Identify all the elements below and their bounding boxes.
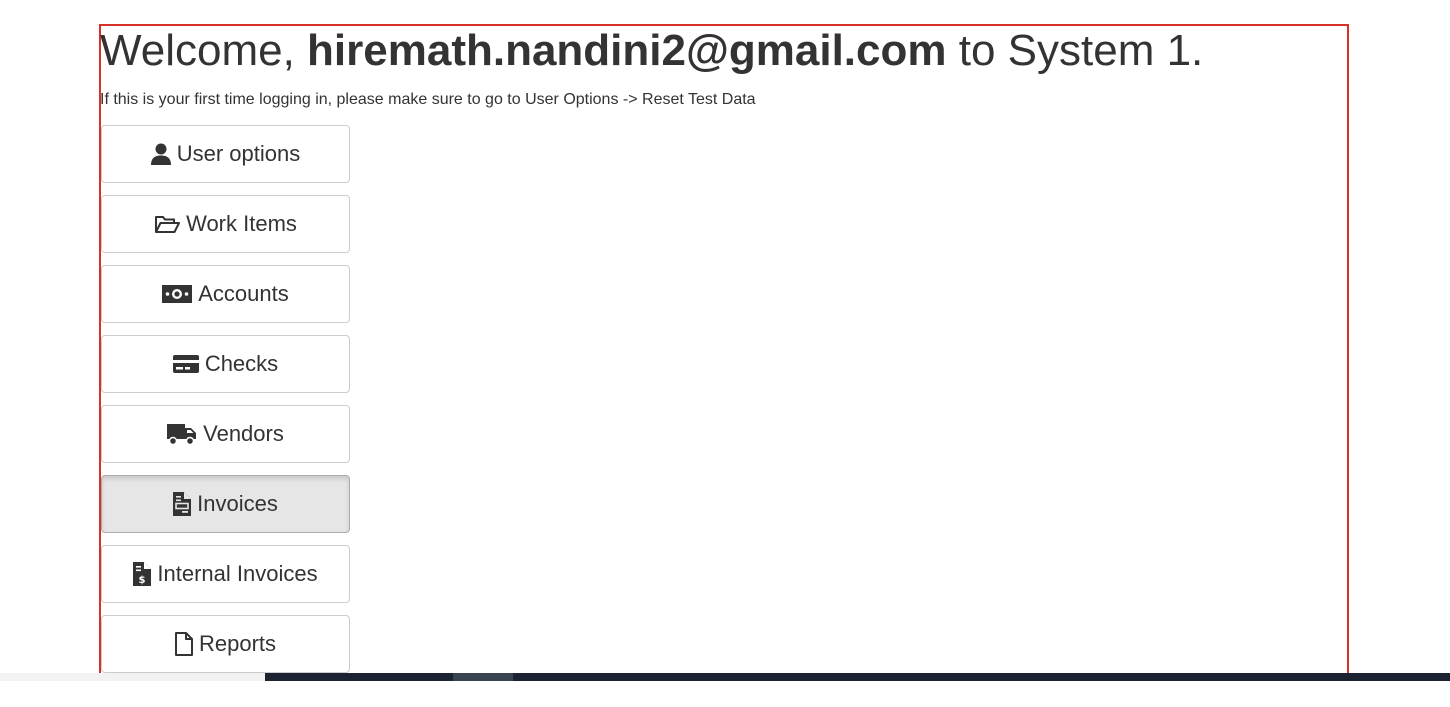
welcome-prefix: Welcome,	[100, 26, 308, 75]
user-email: hiremath.nandini2@gmail.com	[307, 26, 947, 75]
file-icon	[174, 632, 193, 656]
invoices-label: Invoices	[197, 491, 278, 516]
vendors-label: Vendors	[203, 421, 284, 446]
horizontal-scrollbar[interactable]	[0, 673, 1450, 681]
welcome-heading: Welcome, hiremath.nandini2@gmail.com to …	[100, 26, 1203, 76]
money-bill-icon	[162, 284, 193, 304]
file-invoice-dollar-icon: $	[133, 562, 152, 586]
file-invoice-icon	[173, 492, 192, 516]
work-items-button[interactable]: Work Items	[101, 195, 350, 253]
user-icon	[150, 143, 171, 165]
user-options-button[interactable]: User options	[101, 125, 350, 183]
reports-label: Reports	[198, 631, 277, 656]
folder-open-icon	[154, 214, 181, 234]
internal-invoices-label: Internal Invoices	[157, 561, 318, 586]
svg-text:$: $	[139, 575, 146, 586]
truck-icon	[167, 422, 197, 446]
internal-invoices-button[interactable]: $ Internal Invoices	[101, 545, 350, 603]
reports-button[interactable]: Reports	[101, 615, 350, 673]
credit-card-icon	[172, 354, 199, 374]
checks-button[interactable]: Checks	[101, 335, 350, 393]
welcome-suffix: to System 1.	[946, 26, 1204, 75]
accounts-label: Accounts	[198, 281, 289, 306]
checks-label: Checks	[204, 351, 279, 376]
work-items-label: Work Items	[186, 211, 297, 236]
invoices-button[interactable]: Invoices	[101, 475, 350, 533]
scrollbar-track	[265, 673, 1450, 681]
scrollbar-thumb[interactable]	[453, 673, 513, 681]
scrollbar-track-light	[0, 673, 265, 681]
vendors-button[interactable]: Vendors	[101, 405, 350, 463]
main-menu: User options Work Items Accounts Checks	[101, 125, 350, 685]
page: Welcome, hiremath.nandini2@gmail.com to …	[0, 0, 1450, 707]
accounts-button[interactable]: Accounts	[101, 265, 350, 323]
first-login-hint: If this is your first time logging in, p…	[100, 91, 756, 108]
user-options-label: User options	[176, 141, 301, 166]
